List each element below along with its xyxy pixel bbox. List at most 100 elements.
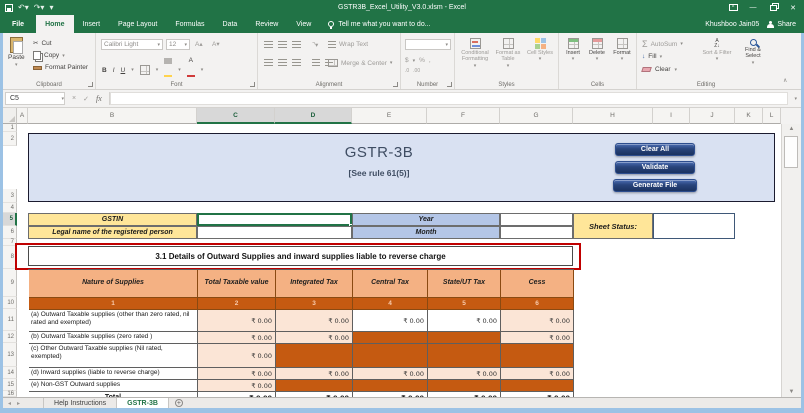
validate-button[interactable]: Validate — [615, 161, 695, 174]
merge-center-button[interactable]: Merge & Center ▾ — [328, 59, 392, 67]
align-right-icon[interactable] — [292, 59, 301, 66]
column-header-H[interactable]: H — [573, 108, 653, 124]
decrease-decimal-icon[interactable]: .00 — [413, 68, 420, 74]
table-cell-r3c2[interactable]: ₹ 0.00 — [198, 344, 276, 368]
comma-icon[interactable]: , — [429, 57, 431, 64]
format-as-table-button[interactable]: Format as Table▾ — [492, 38, 524, 69]
font-size-select[interactable]: 12▾ — [166, 39, 190, 50]
shrink-font-icon[interactable]: A▾ — [212, 40, 220, 48]
year-input[interactable] — [500, 213, 573, 226]
column-header-C[interactable]: C — [197, 108, 275, 124]
format-cells-button[interactable]: Format▾ — [610, 38, 634, 63]
increase-decimal-icon[interactable]: .0 — [405, 68, 409, 74]
sheet-tab-gstr-3b[interactable]: GSTR-3B — [117, 398, 169, 408]
column-header-D[interactable]: D — [275, 108, 352, 124]
table-cell-r4c5[interactable]: ₹ 0.00 — [428, 368, 501, 380]
column-header-B[interactable]: B — [28, 108, 197, 124]
ribbon-tab-formulas[interactable]: Formulas — [166, 15, 213, 33]
font-name-select[interactable]: Calibri Light▾ — [101, 39, 163, 50]
ribbon-tab-insert[interactable]: Insert — [74, 15, 110, 33]
align-top-icon[interactable] — [264, 41, 273, 48]
grow-font-icon[interactable]: A▴ — [195, 40, 203, 48]
insert-cells-button[interactable]: Insert▾ — [562, 38, 584, 63]
font-color-icon[interactable]: A — [187, 58, 195, 82]
table-cell-r1c3[interactable]: ₹ 0.00 — [276, 310, 353, 332]
minimize-button[interactable]: — — [744, 1, 762, 14]
number-dialog-launcher[interactable] — [447, 82, 452, 87]
table-cell-r5c2[interactable]: ₹ 0.00 — [198, 380, 276, 392]
underline-button[interactable]: U — [121, 67, 126, 74]
sheet-tab-help-instructions[interactable]: Help Instructions — [43, 398, 117, 408]
table-cell-r2c2[interactable]: ₹ 0.00 — [198, 332, 276, 344]
ribbon-display-options-icon[interactable]: ^ — [724, 1, 742, 14]
scroll-up-icon[interactable]: ▲ — [782, 126, 801, 132]
fill-color-icon[interactable] — [164, 58, 172, 82]
italic-button[interactable]: I — [113, 67, 115, 74]
month-input[interactable] — [500, 226, 573, 239]
number-format-select[interactable]: ▾ — [405, 39, 451, 50]
borders-icon[interactable] — [140, 65, 150, 75]
share-button[interactable]: Share — [767, 21, 796, 28]
autosum-button[interactable]: Σ AutoSum▾ — [642, 39, 683, 49]
row-header-5[interactable]: 5 — [3, 213, 17, 226]
conditional-formatting-button[interactable]: Conditional Formatting▾ — [458, 38, 492, 69]
row-header-3[interactable]: 3 — [3, 189, 17, 203]
column-header-I[interactable]: I — [653, 108, 690, 124]
delete-cells-button[interactable]: Delete▾ — [586, 38, 608, 63]
table-cell-r4c3[interactable]: ₹ 0.00 — [276, 368, 353, 380]
row-header-4[interactable]: 4 — [3, 203, 17, 213]
paste-button[interactable]: Paste▾ — [8, 37, 25, 68]
table-cell-r2c6[interactable]: ₹ 0.00 — [501, 332, 574, 344]
scroll-down-icon[interactable]: ▼ — [782, 389, 801, 395]
new-sheet-button[interactable]: + — [175, 399, 183, 407]
row-header-15[interactable]: 15 — [3, 379, 17, 391]
row-header-11[interactable]: 11 — [3, 309, 17, 331]
undo-icon[interactable]: ↶▾ — [18, 4, 29, 12]
bold-button[interactable]: B — [102, 67, 107, 74]
table-cell-r1c6[interactable]: ₹ 0.00 — [501, 310, 574, 332]
insert-function-icon[interactable]: fx — [96, 94, 102, 103]
prev-sheet-icon[interactable]: ◂ — [8, 400, 11, 407]
row-header-13[interactable]: 13 — [3, 343, 17, 367]
ribbon-tab-home[interactable]: Home — [36, 15, 73, 33]
ribbon-tab-review[interactable]: Review — [246, 15, 287, 33]
formula-input[interactable] — [110, 92, 789, 105]
close-button[interactable]: ✕ — [784, 1, 802, 14]
table-cell-r4c2[interactable]: ₹ 0.00 — [198, 368, 276, 380]
next-sheet-icon[interactable]: ▸ — [17, 400, 20, 407]
row-header-6[interactable]: 6 — [3, 226, 17, 239]
clear-button[interactable]: Clear▾ — [642, 66, 677, 73]
cut-button[interactable]: ✂ Cut — [33, 39, 52, 47]
row-header-12[interactable]: 12 — [3, 331, 17, 343]
format-painter-button[interactable]: Format Painter — [33, 64, 88, 71]
row-header-10[interactable]: 10 — [3, 297, 17, 309]
sort-filter-button[interactable]: AZ↓ Sort & Filter▾ — [701, 39, 733, 63]
scrollbar-thumb[interactable] — [784, 136, 798, 168]
ribbon-tab-view[interactable]: View — [287, 15, 320, 33]
cell-styles-button[interactable]: Cell Styles▾ — [526, 38, 554, 63]
cancel-entry-icon[interactable]: × — [72, 95, 76, 102]
file-tab[interactable]: File — [0, 15, 36, 33]
align-left-icon[interactable] — [264, 59, 273, 66]
table-cell-r4c4[interactable]: ₹ 0.00 — [353, 368, 428, 380]
table-cell-r4c6[interactable]: ₹ 0.00 — [501, 368, 574, 380]
column-header-E[interactable]: E — [352, 108, 427, 124]
user-name[interactable]: Khushboo Jain05 — [705, 21, 759, 28]
enter-entry-icon[interactable]: ✓ — [83, 95, 89, 103]
copy-button[interactable]: Copy▾ — [33, 51, 65, 60]
orientation-icon[interactable]: ⌝▾ — [312, 41, 318, 49]
table-cell-r1c4[interactable]: ₹ 0.00 — [353, 310, 428, 332]
clipboard-dialog-launcher[interactable] — [88, 82, 93, 87]
column-header-F[interactable]: F — [427, 108, 500, 124]
wrap-text-button[interactable]: Wrap Text — [328, 41, 368, 48]
align-center-icon[interactable] — [278, 59, 287, 66]
align-bottom-icon[interactable] — [292, 41, 301, 48]
decrease-indent-icon[interactable] — [312, 59, 320, 66]
column-header-L[interactable]: L — [763, 108, 781, 124]
clear-all-button[interactable]: Clear All — [615, 143, 695, 156]
row-header-2[interactable]: 2 — [3, 132, 17, 146]
table-cell-r1c2[interactable]: ₹ 0.00 — [198, 310, 276, 332]
expand-formula-bar-icon[interactable]: ▾ — [790, 96, 801, 102]
currency-icon[interactable]: $ — [405, 57, 409, 64]
row-header-1[interactable]: 1 — [3, 124, 17, 132]
